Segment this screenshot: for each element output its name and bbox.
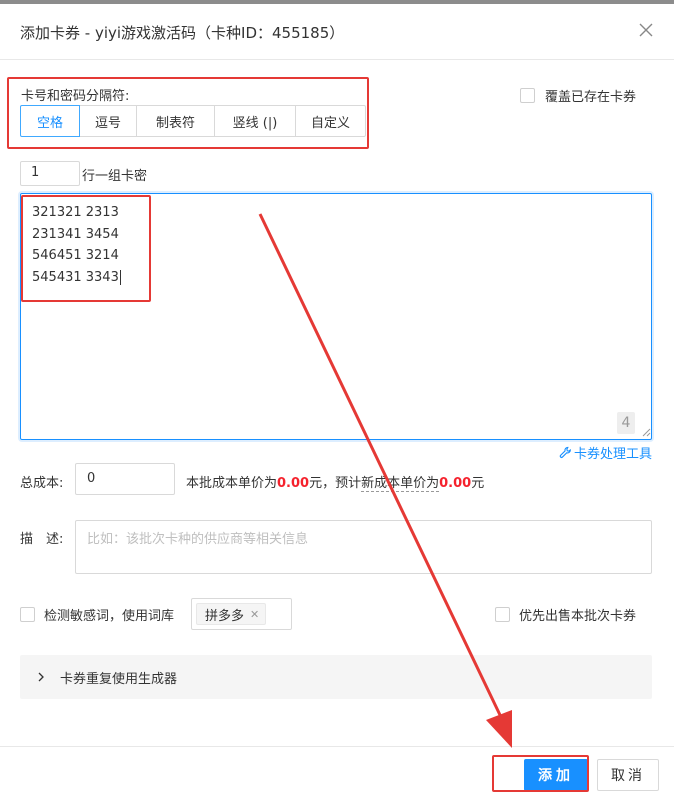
sensitive-label: 检测敏感词，使用词库 xyxy=(44,609,175,624)
cost-info-prefix: 本批成本单价为 xyxy=(186,476,278,491)
card-line-last: 545431 3343 xyxy=(32,267,640,289)
sensitive-checkbox[interactable] xyxy=(20,607,35,622)
cost-info-dashed: 新成本单价为 xyxy=(361,476,440,492)
separator-option-space[interactable]: 空格 xyxy=(20,105,80,137)
cost-info-mid: 元，预计 xyxy=(309,476,362,491)
cost-info-suffix: 元 xyxy=(471,476,485,491)
cards-textarea[interactable]: 321321 2313 231341 3454 546451 3214 5454… xyxy=(20,193,652,440)
reuse-generator-label: 卡券重复使用生成器 xyxy=(60,671,178,687)
card-count-badge: 4 xyxy=(617,412,635,434)
total-cost-input[interactable]: 0 xyxy=(75,463,175,495)
separator-option-pipe[interactable]: 竖线 (|) xyxy=(214,105,296,137)
separator-option-tab[interactable]: 制表符 xyxy=(136,105,215,137)
total-cost-label: 总成本: xyxy=(20,476,64,491)
add-button[interactable]: 添加 xyxy=(524,759,588,791)
overwrite-checkbox[interactable] xyxy=(520,88,535,103)
priority-checkbox[interactable] xyxy=(495,607,510,622)
cancel-button[interactable]: 取消 xyxy=(597,759,659,791)
sensitive-check-option[interactable]: 检测敏感词，使用词库 xyxy=(20,605,174,624)
new-unit-price: 0.00 xyxy=(439,476,472,491)
card-tool-link[interactable]: 卡券处理工具 xyxy=(559,443,652,462)
card-line-text: 545431 3343 xyxy=(32,269,119,285)
lexicon-tag: 拼多多 ✕ xyxy=(196,603,267,625)
separator-option-comma[interactable]: 逗号 xyxy=(79,105,137,137)
separator-option-custom[interactable]: 自定义 xyxy=(295,105,366,137)
text-caret xyxy=(119,269,121,285)
resize-handle-icon[interactable] xyxy=(641,427,651,437)
lexicon-tag-label: 拼多多 xyxy=(205,608,245,624)
card-line: 546451 3214 xyxy=(32,248,119,263)
cost-info: 本批成本单价为0.00元，预计新成本单价为0.00元 xyxy=(186,472,485,492)
dialog-header: 添加卡券 - yiyi游戏激活码（卡种ID：455185） xyxy=(0,4,674,60)
card-tool-label: 卡券处理工具 xyxy=(573,447,652,462)
separator-options: 空格 逗号 制表符 竖线 (|) 自定义 xyxy=(20,105,366,137)
close-icon[interactable] xyxy=(636,20,656,40)
rows-per-group-label: 行一组卡密 xyxy=(82,169,148,184)
chevron-right-icon xyxy=(38,672,44,682)
rows-per-group-input[interactable]: 1 xyxy=(20,161,80,186)
separator-label: 卡号和密码分隔符: xyxy=(21,89,130,104)
wrench-icon xyxy=(559,446,571,458)
unit-price: 0.00 xyxy=(277,476,310,491)
overwrite-label: 覆盖已存在卡券 xyxy=(545,90,637,105)
lexicon-select[interactable]: 拼多多 ✕ xyxy=(191,598,292,630)
description-label: 描 述: xyxy=(20,532,64,547)
reuse-generator-panel[interactable]: 卡券重复使用生成器 xyxy=(20,655,652,699)
description-input[interactable]: 比如：该批次卡种的供应商等相关信息 xyxy=(75,520,652,574)
card-line: 231341 3454 xyxy=(32,226,119,242)
overwrite-option[interactable]: 覆盖已存在卡券 xyxy=(520,86,636,105)
close-icon[interactable]: ✕ xyxy=(250,608,259,621)
card-line: 321321 2313 xyxy=(32,205,119,220)
priority-option[interactable]: 优先出售本批次卡券 xyxy=(495,605,636,624)
dialog-title: 添加卡券 - yiyi游戏激活码（卡种ID：455185） xyxy=(20,24,345,42)
priority-label: 优先出售本批次卡券 xyxy=(519,609,637,624)
